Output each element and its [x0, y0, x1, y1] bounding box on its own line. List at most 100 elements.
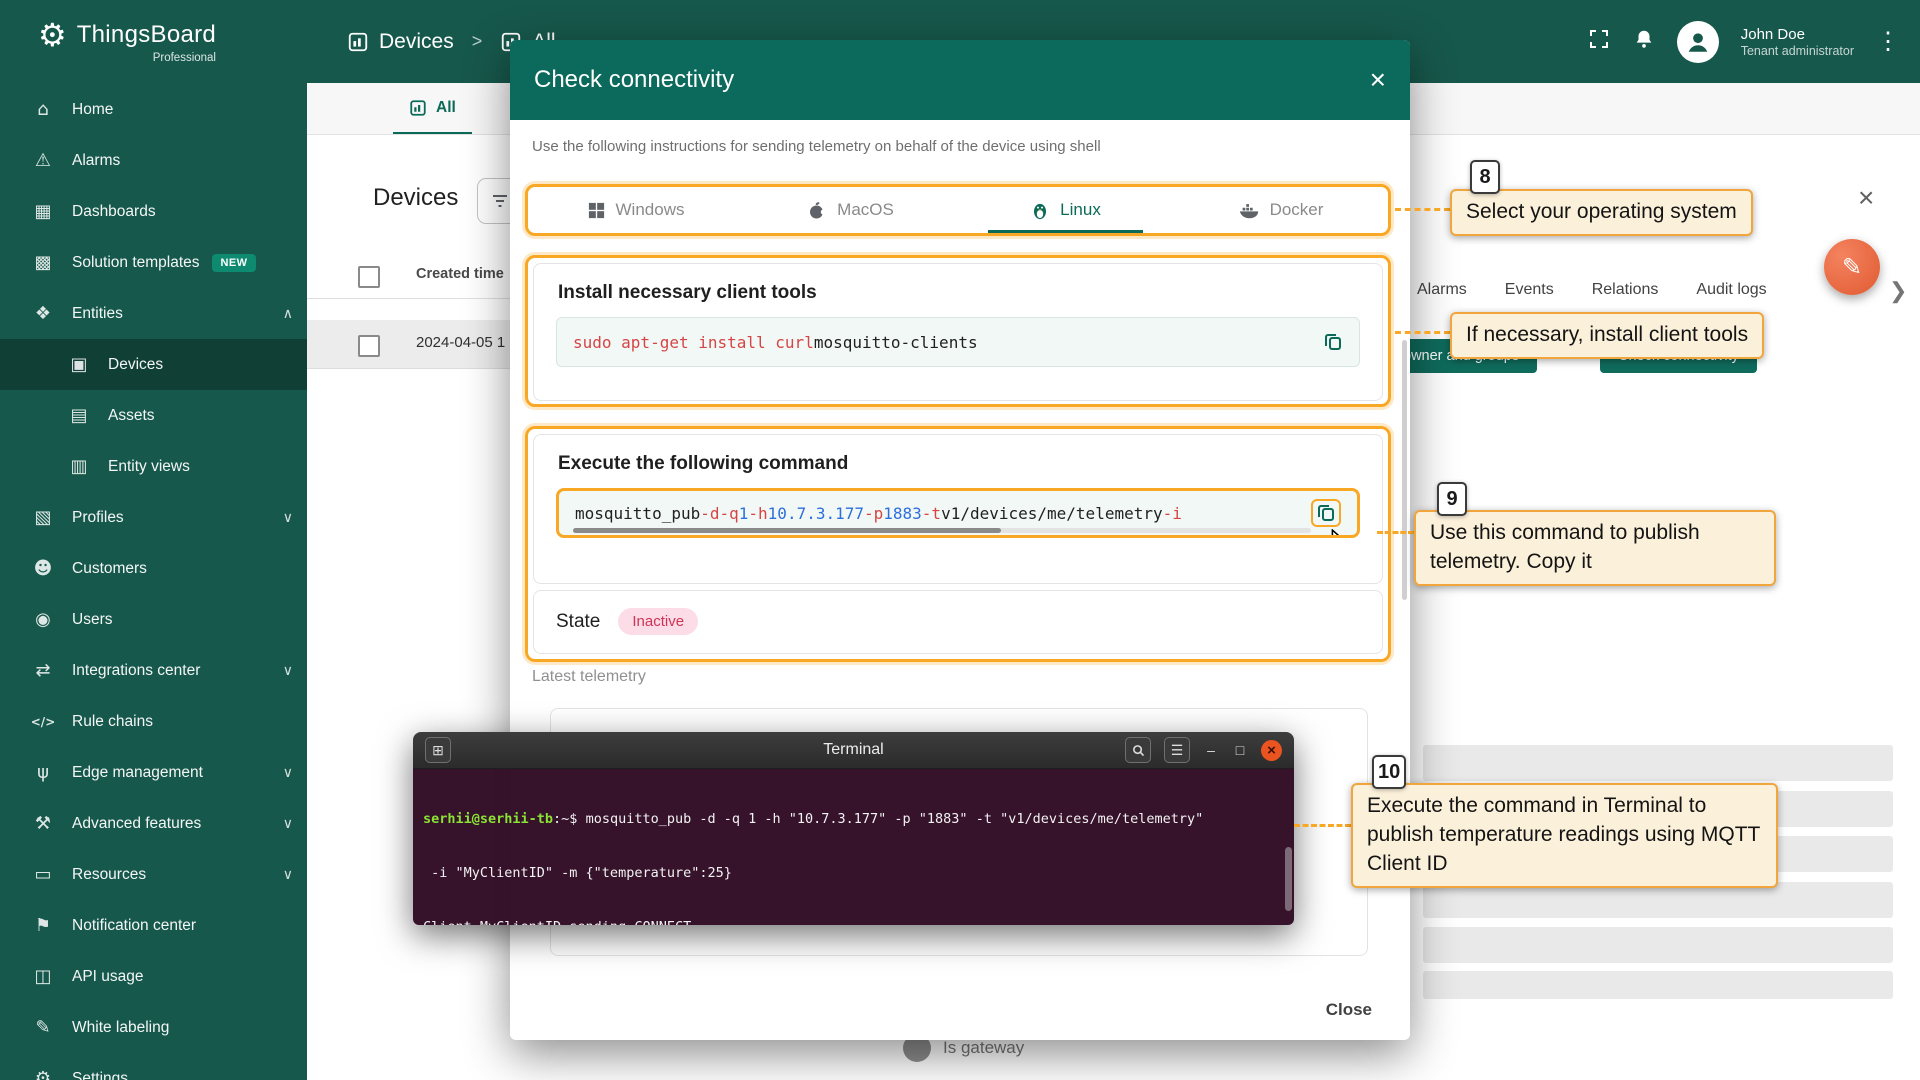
profiles-icon: ▧ [30, 507, 56, 528]
execute-section-highlight: Execute the following command mosquitto_… [525, 426, 1391, 662]
sidebar-item-devices[interactable]: ▣Devices [0, 339, 307, 390]
settings-icon: ⚙ [30, 1068, 56, 1080]
status-badge: Inactive [618, 608, 698, 635]
entity-views-icon: ▥ [66, 456, 92, 477]
terminal-maximize-button[interactable]: □ [1232, 742, 1248, 758]
page-title: Devices [373, 184, 458, 212]
fullscreen-icon [1587, 27, 1611, 51]
terminal-line: Client MyClientID sending CONNECT [423, 918, 1284, 925]
column-created-time[interactable]: Created time [416, 266, 504, 282]
terminal-close-button[interactable]: × [1261, 740, 1282, 761]
horizontal-scrollbar[interactable] [573, 528, 1311, 533]
pencil-icon: ✎ [1842, 253, 1862, 282]
sidebar-item-api-usage[interactable]: ◫API usage [0, 951, 307, 1002]
tab-audit-logs[interactable]: Audit logs [1696, 281, 1766, 299]
user-info: John Doe Tenant administrator [1741, 25, 1854, 58]
dialog-title: Check connectivity [534, 66, 734, 94]
sidebar: ⚙ ThingsBoard Professional ⌂Home ⚠Alarms… [0, 0, 307, 1080]
connector-line [1377, 531, 1414, 534]
sidebar-item-advanced-features[interactable]: ⚒Advanced features∨ [0, 798, 307, 849]
terminal-minimize-button[interactable]: – [1203, 742, 1219, 758]
sidebar-item-profiles[interactable]: ▧Profiles∨ [0, 492, 307, 543]
mouse-cursor-icon [1329, 529, 1349, 538]
tab-docker[interactable]: Docker [1173, 187, 1388, 233]
fullscreen-button[interactable] [1587, 27, 1611, 56]
chevron-up-icon: ∧ [283, 305, 293, 322]
row-checkbox[interactable] [358, 335, 380, 357]
user-avatar[interactable] [1677, 21, 1719, 63]
devices-icon: ▣ [66, 354, 92, 375]
dialog-close-icon[interactable]: × [1370, 66, 1386, 94]
state-card: State Inactive [533, 590, 1383, 654]
users-icon: ◉ [30, 609, 56, 630]
terminal-titlebar[interactable]: ⊞ Terminal ☰ – □ × [413, 732, 1294, 769]
sidebar-item-rule-chains[interactable]: </>Rule chains [0, 696, 307, 747]
notifications-button[interactable] [1633, 28, 1655, 55]
select-all-checkbox[interactable] [358, 266, 380, 288]
logo-gear-icon: ⚙ [38, 16, 67, 54]
tab-all[interactable]: All [393, 83, 472, 134]
detail-close-icon[interactable]: × [1858, 184, 1874, 212]
sidebar-item-solution-templates[interactable]: ▩Solution templatesNEW [0, 237, 307, 288]
advanced-features-icon: ⚒ [30, 813, 56, 834]
entities-icon: ❖ [30, 303, 56, 324]
sidebar-item-settings[interactable]: ⚙Settings [0, 1053, 307, 1080]
connector-line [1395, 331, 1450, 334]
dialog-scrollbar[interactable] [1402, 340, 1407, 600]
tour-callout-os: Select your operating system [1450, 189, 1753, 236]
detail-tabs: Alarms Events Relations Audit logs [1417, 281, 1767, 299]
sidebar-item-resources[interactable]: ▭Resources∨ [0, 849, 307, 900]
tour-step-number: 9 [1437, 482, 1467, 516]
kebab-menu-button[interactable]: ⋮ [1876, 30, 1900, 54]
install-card: Install necessary client tools sudo apt-… [533, 263, 1383, 401]
tour-step-number: 8 [1470, 160, 1500, 194]
tabs-next-chevron[interactable]: ❯ [1889, 278, 1907, 304]
copy-command-button[interactable] [1311, 499, 1341, 527]
row-created-time: 2024-04-05 1 [416, 334, 505, 351]
dialog-subtitle: Use the following instructions for sendi… [532, 138, 1101, 155]
white-labeling-icon: ✎ [30, 1017, 56, 1038]
breadcrumb-devices[interactable]: Devices [379, 30, 454, 54]
install-code-block: sudo apt-get install curl mosquitto-clie… [556, 317, 1360, 367]
copy-icon [1316, 503, 1336, 523]
placeholder-row [1423, 927, 1893, 963]
chevron-down-icon: ∨ [283, 815, 293, 832]
terminal-new-tab-button[interactable]: ⊞ [425, 737, 451, 763]
sidebar-item-dashboards[interactable]: ▦Dashboards [0, 186, 307, 237]
execute-code-block: mosquitto_pub -d -q 1 -h 10.7.3.177 -p 1… [556, 488, 1360, 538]
sidebar-item-customers[interactable]: ☻Customers [0, 543, 307, 594]
breadcrumb-separator: > [472, 31, 483, 52]
tab-linux[interactable]: Linux [958, 187, 1173, 233]
brand-logo: ⚙ ThingsBoard Professional [0, 0, 307, 64]
sidebar-item-integrations-center[interactable]: ⇄Integrations center∨ [0, 645, 307, 696]
tab-events[interactable]: Events [1505, 281, 1554, 299]
sidebar-item-entity-views[interactable]: ▥Entity views [0, 441, 307, 492]
sidebar-item-white-labeling[interactable]: ✎White labeling [0, 1002, 307, 1053]
terminal-output: serhii@serhii-tb:~$ mosquitto_pub -d -q … [413, 769, 1294, 925]
tab-relations[interactable]: Relations [1592, 281, 1659, 299]
install-heading: Install necessary client tools [558, 282, 1360, 304]
sidebar-item-alarms[interactable]: ⚠Alarms [0, 135, 307, 186]
terminal-search-button[interactable] [1125, 737, 1151, 763]
dialog-close-button[interactable]: Close [1316, 992, 1382, 1028]
sidebar-item-users[interactable]: ◉Users [0, 594, 307, 645]
sidebar-item-edge-management[interactable]: ψEdge management∨ [0, 747, 307, 798]
terminal-menu-button[interactable]: ☰ [1164, 737, 1190, 763]
magnifier-icon [1132, 744, 1145, 757]
sidebar-item-entities[interactable]: ❖Entities∧ [0, 288, 307, 339]
tab-macos[interactable]: MacOS [743, 187, 958, 233]
copy-install-button[interactable] [1323, 332, 1343, 352]
sidebar-item-assets[interactable]: ▤Assets [0, 390, 307, 441]
copy-icon [1323, 332, 1343, 352]
sidebar-item-home[interactable]: ⌂Home [0, 84, 307, 135]
placeholder-row [1423, 971, 1893, 999]
execute-heading: Execute the following command [558, 453, 1360, 475]
terminal-scrollbar[interactable] [1285, 847, 1292, 911]
tour-callout-copy: Use this command to publish telemetry. C… [1414, 510, 1776, 586]
chevron-down-icon: ∨ [283, 509, 293, 526]
tab-alarms[interactable]: Alarms [1417, 281, 1467, 299]
edit-fab-button[interactable]: ✎ [1824, 239, 1880, 295]
sidebar-item-notification-center[interactable]: ⚑Notification center [0, 900, 307, 951]
tab-windows[interactable]: Windows [528, 187, 743, 233]
chevron-down-icon: ∨ [283, 662, 293, 679]
